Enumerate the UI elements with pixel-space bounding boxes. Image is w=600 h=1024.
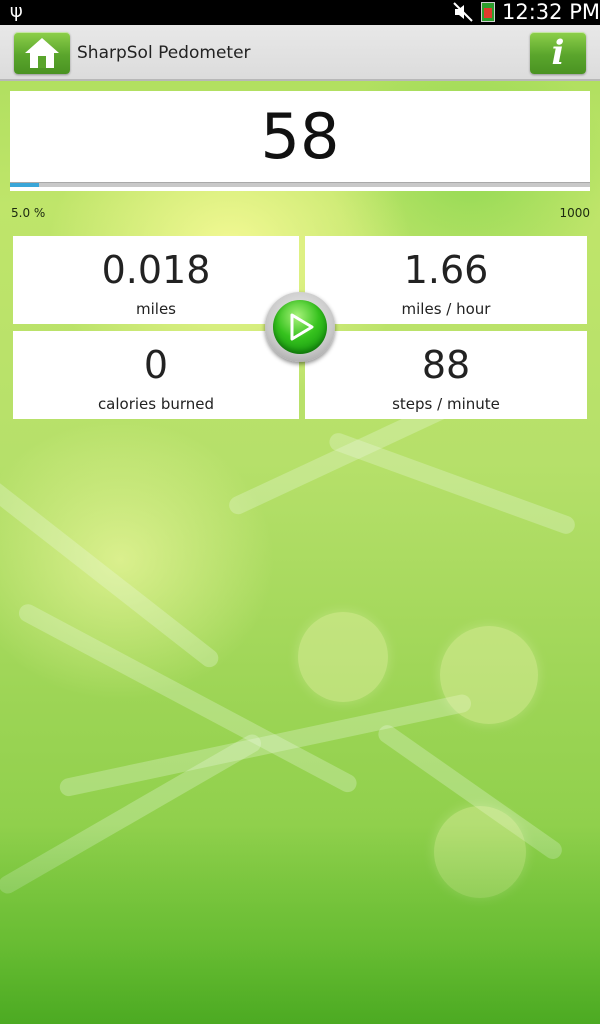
status-bar: ψ 12:32 PM (0, 0, 600, 25)
usb-icon: ψ (10, 1, 23, 22)
cadence-label: steps / minute (392, 395, 500, 413)
calories-label: calories burned (97, 395, 215, 413)
mute-icon (453, 2, 473, 22)
step-counter-panel: 58 (10, 91, 590, 191)
battery-icon (481, 2, 495, 22)
speed-label: miles / hour (401, 300, 491, 318)
play-icon (290, 313, 314, 341)
progress-percent-label: 5.0 % (11, 206, 46, 220)
distance-value: 0.018 (101, 248, 211, 292)
start-button-face (273, 300, 327, 354)
home-button[interactable] (14, 32, 70, 74)
cadence-tile: 88 steps / minute (305, 331, 587, 419)
distance-tile: 0.018 miles (13, 236, 299, 324)
cadence-value: 88 (421, 343, 471, 387)
step-progress-bar (10, 182, 590, 187)
calories-value: 0 (143, 343, 169, 387)
speed-value: 1.66 (403, 248, 489, 292)
distance-label: miles (136, 300, 176, 318)
start-button[interactable] (265, 292, 335, 362)
app-bar: SharpSol Pedometer i (0, 25, 600, 81)
step-count: 58 (260, 100, 340, 173)
speed-tile: 1.66 miles / hour (305, 236, 587, 324)
step-progress-fill (10, 183, 39, 187)
status-time: 12:32 PM (502, 0, 600, 24)
app-title: SharpSol Pedometer (77, 43, 251, 63)
step-goal-label: 1000 (559, 206, 590, 220)
home-icon (25, 38, 59, 68)
calories-tile: 0 calories burned (13, 331, 299, 419)
info-button[interactable]: i (530, 32, 586, 74)
